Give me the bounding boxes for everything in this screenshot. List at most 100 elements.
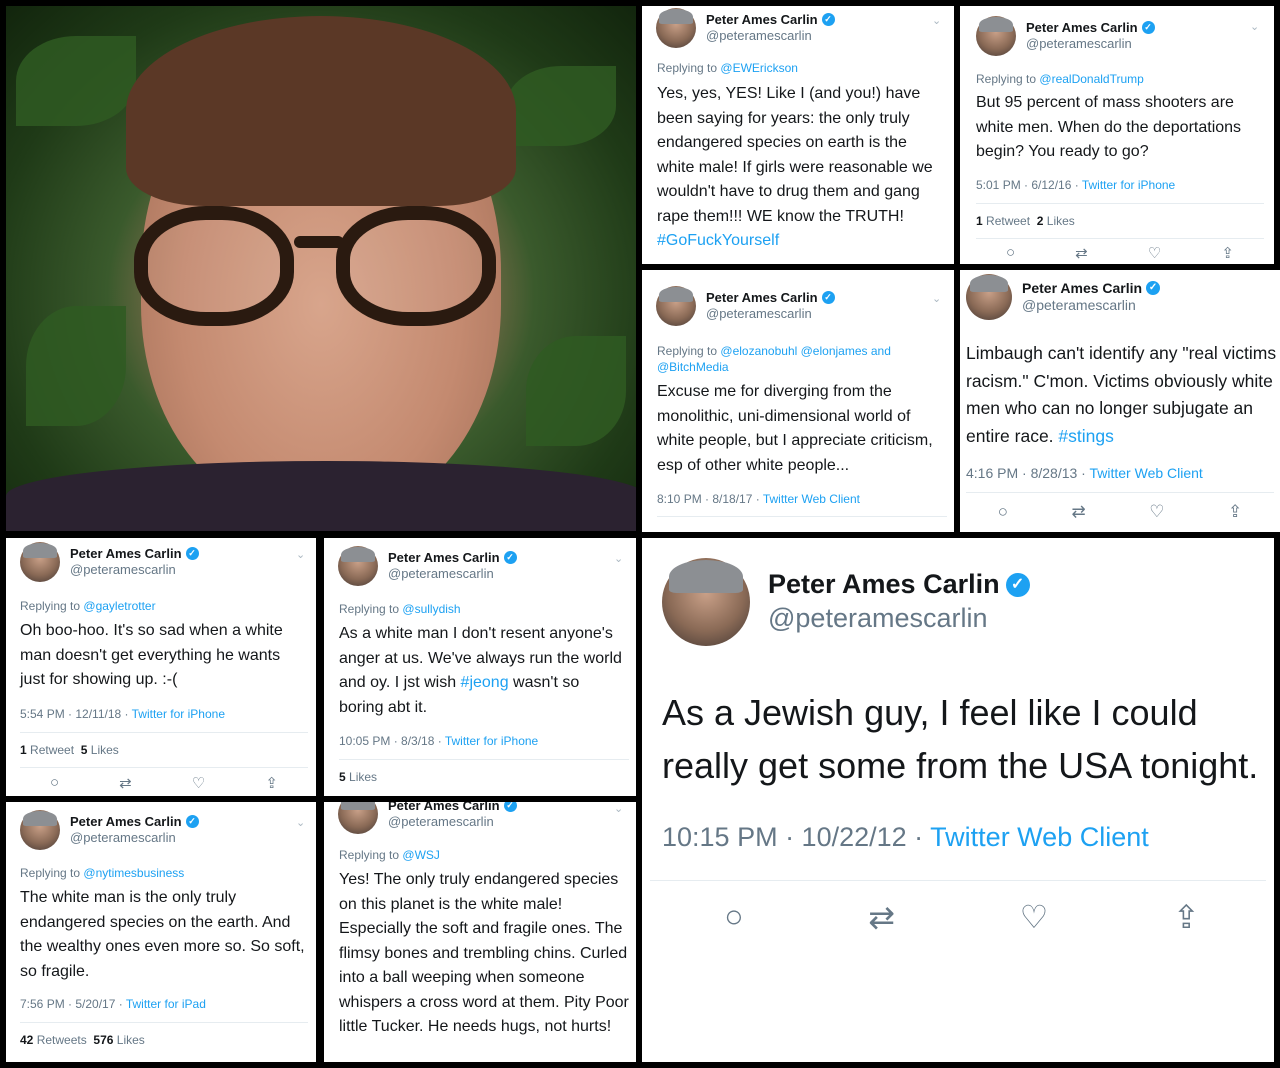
- retweet-icon[interactable]: ⇄: [1075, 244, 1088, 262]
- tweet-text-body: Yes, yes, YES! Like I (and you!) have be…: [657, 85, 933, 225]
- avatar[interactable]: [656, 8, 696, 48]
- retweet-label[interactable]: Retweet: [986, 214, 1030, 228]
- like-label[interactable]: Likes: [117, 1033, 145, 1047]
- handle[interactable]: @peteramescarlin: [70, 830, 199, 846]
- display-name[interactable]: Peter Ames Carlin ✓: [1022, 280, 1161, 298]
- retweet-count[interactable]: 42: [20, 1033, 33, 1047]
- reply-icon[interactable]: ○: [1006, 244, 1015, 262]
- handle[interactable]: @peteramescarlin: [70, 562, 199, 578]
- retweet-icon[interactable]: ⇄: [1072, 502, 1086, 522]
- tweet-source-link[interactable]: Twitter for iPhone: [1082, 178, 1175, 192]
- tweet-source-link[interactable]: Twitter Web Client: [763, 492, 860, 506]
- chevron-down-icon[interactable]: ⌄: [296, 816, 305, 829]
- retweet-count[interactable]: 1: [20, 743, 27, 757]
- display-name[interactable]: Peter Ames Carlin ✓: [70, 546, 199, 562]
- avatar[interactable]: [338, 802, 378, 834]
- like-label[interactable]: Likes: [349, 770, 377, 784]
- share-icon[interactable]: ⇪: [1173, 898, 1200, 936]
- handle[interactable]: @peteramescarlin: [1022, 297, 1160, 315]
- verified-badge-icon: ✓: [1005, 573, 1030, 598]
- replying-to-label: Replying to: [20, 866, 81, 880]
- avatar[interactable]: [662, 558, 750, 646]
- display-name[interactable]: Peter Ames Carlin ✓: [1026, 20, 1155, 36]
- retweet-count[interactable]: 1: [976, 214, 983, 228]
- reply-mention-link[interactable]: @gayletrotter: [83, 599, 155, 613]
- avatar[interactable]: [20, 810, 60, 850]
- handle[interactable]: @peteramescarlin: [706, 28, 835, 44]
- display-name[interactable]: Peter Ames Carlin ✓: [706, 12, 835, 28]
- avatar[interactable]: [20, 542, 60, 582]
- shirt: [6, 461, 636, 531]
- display-name-text: Peter Ames Carlin: [768, 569, 1000, 600]
- retweet-icon[interactable]: ⇄: [119, 774, 132, 792]
- tweet-timestamp: 4:16 PM · 8/28/13 ·: [966, 465, 1090, 481]
- replying-to-label: Replying to: [339, 848, 400, 862]
- hashtag-link[interactable]: #jeong: [461, 674, 509, 691]
- tweet-source-link[interactable]: Twitter for iPhone: [132, 707, 225, 721]
- like-label[interactable]: Likes: [91, 743, 119, 757]
- like-icon[interactable]: ♡: [192, 774, 205, 792]
- display-name[interactable]: Peter Ames Carlin ✓: [70, 814, 199, 830]
- handle[interactable]: @peteramescarlin: [388, 814, 517, 830]
- share-icon[interactable]: ⇪: [265, 774, 278, 792]
- chevron-down-icon[interactable]: ⌄: [932, 292, 941, 305]
- reply-mention-link[interactable]: @realDonaldTrump: [1039, 72, 1143, 86]
- tweet-source-link[interactable]: Twitter for iPhone: [445, 734, 538, 748]
- verified-badge-icon: ✓: [503, 802, 517, 813]
- tweet-source-link[interactable]: Twitter Web Client: [930, 822, 1149, 852]
- chevron-down-icon[interactable]: ⌄: [614, 802, 623, 815]
- handle[interactable]: @peteramescarlin: [768, 602, 1030, 636]
- like-count[interactable]: 2: [1037, 214, 1044, 228]
- reply-icon[interactable]: ○: [998, 502, 1008, 522]
- tweet-meta: 7:56 PM · 5/20/17 · Twitter for iPad: [20, 997, 206, 1011]
- like-count[interactable]: 5: [81, 743, 88, 757]
- replying-to: Replying to @sullydish: [339, 602, 461, 616]
- reply-mention-link[interactable]: @nytimesbusiness: [83, 866, 184, 880]
- reply-mention-link[interactable]: @WSJ: [402, 848, 440, 862]
- avatar[interactable]: [338, 546, 378, 586]
- avatar[interactable]: [976, 16, 1016, 56]
- tweet-source-link[interactable]: Twitter Web Client: [1089, 465, 1202, 481]
- tweet-stats: 42 Retweets 576 Likes: [20, 1033, 145, 1047]
- handle[interactable]: @peteramescarlin: [388, 566, 517, 582]
- tweet-text: Limbaugh can't identify any "real victim…: [966, 340, 1280, 450]
- share-icon[interactable]: ⇪: [1221, 244, 1234, 262]
- reply-mention-link[interactable]: @EWErickson: [720, 61, 798, 75]
- like-icon[interactable]: ♡: [1020, 898, 1049, 936]
- chevron-down-icon[interactable]: ⌄: [614, 552, 623, 565]
- like-count[interactable]: 5: [339, 770, 346, 784]
- display-name[interactable]: Peter Ames Carlin ✓: [768, 568, 1030, 602]
- tweet-card: Peter Ames Carlin ✓ @peteramescarlin Limb…: [960, 270, 1280, 532]
- reply-mention-link[interactable]: @sullydish: [402, 602, 460, 616]
- hashtag-link[interactable]: #stings: [1058, 426, 1113, 446]
- reply-icon[interactable]: ○: [50, 774, 59, 792]
- retweet-icon[interactable]: ⇄: [868, 898, 895, 936]
- tweet-text: As a white man I don't resent anyone's a…: [339, 622, 627, 720]
- like-label[interactable]: Likes: [1047, 214, 1075, 228]
- avatar[interactable]: [656, 286, 696, 326]
- retweet-label[interactable]: Retweets: [37, 1033, 87, 1047]
- display-name[interactable]: Peter Ames Carlin ✓: [706, 290, 835, 306]
- display-name[interactable]: Peter Ames Carlin ✓: [388, 550, 517, 566]
- chevron-down-icon[interactable]: ⌄: [296, 548, 305, 561]
- tweet-text: But 95 percent of mass shooters are whit…: [976, 94, 1242, 160]
- verified-badge-icon: ✓: [185, 815, 199, 829]
- display-name[interactable]: Peter Ames Carlin ✓: [388, 802, 517, 814]
- hashtag-link[interactable]: #GoFuckYourself: [657, 232, 779, 249]
- tweet-source-link[interactable]: Twitter for iPad: [126, 997, 206, 1011]
- tweet-card: Peter Ames Carlin ✓ @peteramescarlin ⌄ Re…: [642, 6, 954, 264]
- like-count[interactable]: 576: [93, 1033, 113, 1047]
- handle[interactable]: @peteramescarlin: [1026, 36, 1155, 52]
- reply-icon[interactable]: ○: [724, 898, 743, 936]
- tweet-card: Peter Ames Carlin ✓ @peteramescarlin ⌄ Re…: [324, 538, 636, 796]
- avatar[interactable]: [966, 274, 1012, 320]
- handle[interactable]: @peteramescarlin: [706, 306, 835, 322]
- chevron-down-icon[interactable]: ⌄: [1250, 20, 1259, 33]
- retweet-label[interactable]: Retweet: [30, 743, 74, 757]
- replying-to: Replying to @WSJ: [339, 848, 440, 862]
- share-icon[interactable]: ⇪: [1228, 502, 1242, 522]
- chevron-down-icon[interactable]: ⌄: [932, 14, 941, 27]
- like-icon[interactable]: ♡: [1148, 244, 1161, 262]
- like-icon[interactable]: ♡: [1149, 502, 1164, 522]
- tweet-stats: 1 Retweet 2 Likes: [976, 214, 1075, 228]
